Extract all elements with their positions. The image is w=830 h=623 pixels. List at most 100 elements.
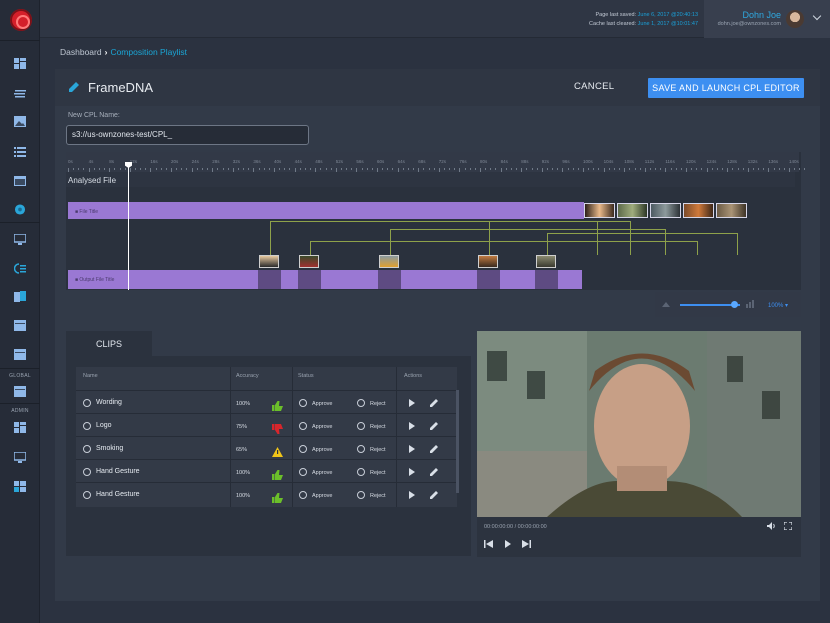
approve-radio[interactable] <box>299 445 307 453</box>
scene-thumbnail[interactable] <box>683 203 714 218</box>
scene-thumbnail[interactable] <box>650 203 681 218</box>
play-icon[interactable] <box>505 540 511 548</box>
compose-icon[interactable] <box>14 263 26 274</box>
grid-icon[interactable] <box>14 481 26 492</box>
tab-clips[interactable]: CLIPS <box>66 331 152 357</box>
globe-icon[interactable] <box>14 204 26 215</box>
cancel-button[interactable]: CANCEL <box>574 81 614 92</box>
edit-icon[interactable] <box>430 490 439 499</box>
play-clip-icon[interactable] <box>409 445 415 453</box>
approve-radio[interactable] <box>299 491 307 499</box>
volume-icon[interactable] <box>767 522 776 530</box>
play-clip-icon[interactable] <box>409 468 415 476</box>
list-icon[interactable] <box>14 88 26 99</box>
dashboard-icon[interactable] <box>14 58 26 69</box>
edit-icon[interactable] <box>430 398 439 407</box>
pencil-icon[interactable] <box>68 81 80 93</box>
breadcrumb-home[interactable]: Dashboard <box>60 47 102 57</box>
film-icon[interactable] <box>14 320 26 331</box>
divider <box>0 368 40 369</box>
thumbs-up-icon <box>272 467 283 480</box>
zoom-value[interactable]: 100% ▾ <box>768 302 788 309</box>
warning-icon <box>272 444 283 457</box>
playhead[interactable] <box>128 164 129 290</box>
user-menu[interactable]: Dohn Joe dohn.joe@ownzones.com <box>704 0 830 38</box>
save-launch-button[interactable]: SAVE AND LAUNCH CPL EDITOR <box>648 78 804 98</box>
video-preview[interactable] <box>477 331 801 517</box>
dashboard-icon[interactable] <box>14 422 26 433</box>
clip-segment[interactable] <box>535 270 558 289</box>
clip-thumbnail[interactable] <box>536 255 556 268</box>
reject-label: Reject <box>370 447 386 453</box>
film-icon[interactable] <box>14 386 26 397</box>
clip-segment[interactable] <box>258 270 281 289</box>
play-clip-icon[interactable] <box>409 422 415 430</box>
tick-mark <box>402 168 404 170</box>
tick-mark <box>196 168 198 170</box>
approve-radio[interactable] <box>299 468 307 476</box>
file-track[interactable] <box>68 202 584 219</box>
table-row[interactable]: Logo 75% Approve Reject <box>76 413 457 436</box>
edit-icon[interactable] <box>430 444 439 453</box>
film-icon[interactable] <box>14 349 26 360</box>
chevron-down-icon[interactable] <box>812 11 822 21</box>
user-name: Dohn Joe <box>742 10 781 20</box>
clip-segment[interactable] <box>298 270 321 289</box>
play-clip-icon[interactable] <box>409 491 415 499</box>
monitor-icon[interactable] <box>14 452 26 463</box>
tick-mark <box>732 168 734 170</box>
table-row[interactable]: Hand Gesture 100% Approve Reject <box>76 482 457 505</box>
edit-icon[interactable] <box>430 421 439 430</box>
row-select-radio[interactable] <box>83 491 91 499</box>
tick-mark <box>454 168 456 170</box>
reject-radio[interactable] <box>357 468 365 476</box>
row-select-radio[interactable] <box>83 468 91 476</box>
skip-back-icon[interactable] <box>484 540 493 548</box>
approve-radio[interactable] <box>299 399 307 407</box>
tick-label: 92s <box>541 159 550 164</box>
menu-list-icon[interactable] <box>14 146 26 157</box>
play-clip-icon[interactable] <box>409 399 415 407</box>
reject-radio[interactable] <box>357 491 365 499</box>
approve-radio[interactable] <box>299 422 307 430</box>
edit-icon[interactable] <box>430 467 439 476</box>
clip-thumbnail[interactable] <box>379 255 399 268</box>
reject-radio[interactable] <box>357 399 365 407</box>
image-icon[interactable] <box>14 116 26 127</box>
scene-thumbnail[interactable] <box>617 203 648 218</box>
clip-thumbnail[interactable] <box>259 255 279 268</box>
row-select-radio[interactable] <box>83 445 91 453</box>
fullscreen-icon[interactable] <box>784 522 792 530</box>
zoom-out-icon[interactable] <box>662 301 670 307</box>
tick-mark <box>763 168 765 170</box>
clip-segment[interactable] <box>378 270 401 289</box>
tick-mark <box>752 168 754 170</box>
zoom-in-icon[interactable] <box>746 300 756 308</box>
tick-mark <box>423 168 425 170</box>
scene-thumbnail[interactable] <box>716 203 747 218</box>
logo[interactable] <box>10 9 32 31</box>
scrollbar[interactable] <box>456 390 459 493</box>
reject-radio[interactable] <box>357 445 365 453</box>
row-select-radio[interactable] <box>83 399 91 407</box>
table-row[interactable]: Smoking 65% Approve Reject <box>76 436 457 459</box>
skip-forward-icon[interactable] <box>522 540 531 548</box>
clip-segment[interactable] <box>477 270 500 289</box>
cpl-name-input[interactable]: s3://us-ownzones-test/CPL_ <box>66 125 309 145</box>
table-row[interactable]: Wording 100% Approve Reject <box>76 390 457 413</box>
clip-thumbnail[interactable] <box>299 255 319 268</box>
breadcrumb-current[interactable]: Composition Playlist <box>110 47 187 57</box>
table-row[interactable]: Hand Gesture 100% Approve Reject <box>76 459 457 482</box>
zoom-slider-handle[interactable] <box>731 301 738 308</box>
row-select-radio[interactable] <box>83 422 91 430</box>
avatar[interactable] <box>786 10 804 28</box>
scene-thumbnail[interactable] <box>584 203 615 218</box>
tick-mark <box>320 168 322 170</box>
monitor-icon[interactable] <box>14 234 26 245</box>
copy-icon[interactable] <box>14 291 26 302</box>
cpl-name-label: New CPL Name: <box>68 112 120 119</box>
calendar-icon[interactable] <box>14 175 26 186</box>
clip-thumbnail[interactable] <box>478 255 498 268</box>
reject-radio[interactable] <box>357 422 365 430</box>
output-track[interactable] <box>68 270 582 289</box>
